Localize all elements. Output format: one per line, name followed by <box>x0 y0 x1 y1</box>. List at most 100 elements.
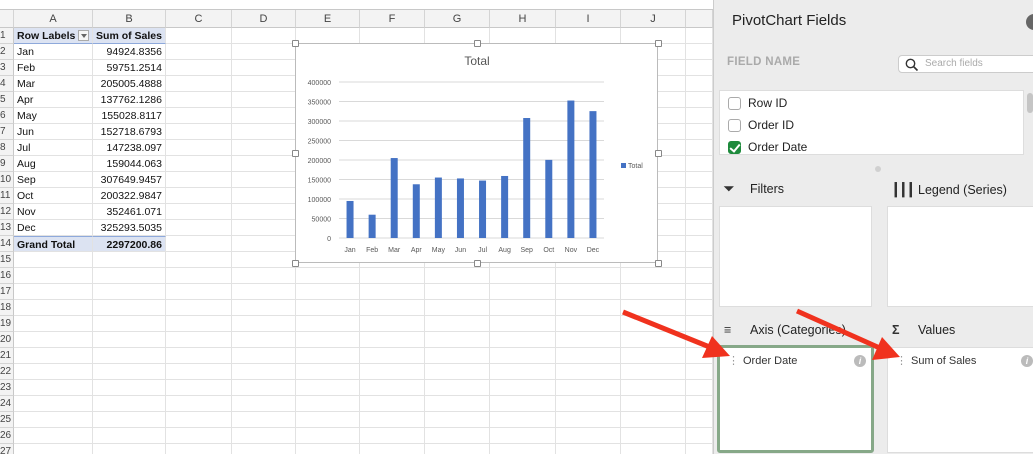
cell[interactable] <box>556 332 621 348</box>
cell[interactable] <box>14 364 93 380</box>
grand-total-label[interactable]: Grand Total <box>14 236 93 252</box>
cell[interactable] <box>686 60 713 76</box>
cell[interactable] <box>232 140 296 156</box>
row-header[interactable]: 23 <box>0 380 14 396</box>
cell[interactable] <box>166 268 232 284</box>
cell[interactable] <box>232 108 296 124</box>
row-header[interactable]: 14 <box>0 236 14 252</box>
cell[interactable] <box>166 188 232 204</box>
cell[interactable] <box>232 172 296 188</box>
cell[interactable] <box>232 316 296 332</box>
cell[interactable] <box>14 300 93 316</box>
cell[interactable] <box>232 188 296 204</box>
cell[interactable] <box>296 444 360 454</box>
cell[interactable] <box>621 28 686 44</box>
cell[interactable] <box>490 396 556 412</box>
cell[interactable] <box>686 380 713 396</box>
cell[interactable] <box>556 444 621 454</box>
cell[interactable] <box>686 252 713 268</box>
field-order-date[interactable]: Order Date <box>728 138 807 156</box>
row-header[interactable]: 26 <box>0 428 14 444</box>
cell[interactable] <box>232 380 296 396</box>
cell[interactable] <box>166 156 232 172</box>
cell[interactable] <box>14 268 93 284</box>
cell[interactable] <box>556 28 621 44</box>
row-header[interactable]: 16 <box>0 268 14 284</box>
pivot-row-label[interactable]: Dec <box>14 220 93 236</box>
cell[interactable] <box>360 444 425 454</box>
cell[interactable] <box>166 236 232 252</box>
cell[interactable] <box>14 332 93 348</box>
column-header[interactable]: G <box>425 10 490 28</box>
pivot-row-value[interactable]: 307649.9457 <box>93 172 166 188</box>
cell[interactable] <box>686 300 713 316</box>
cell[interactable] <box>232 60 296 76</box>
checkbox-checked[interactable] <box>728 141 741 154</box>
row-header[interactable]: 13 <box>0 220 14 236</box>
row-header[interactable]: 20 <box>0 332 14 348</box>
cell[interactable] <box>425 348 490 364</box>
cell[interactable] <box>425 428 490 444</box>
cell[interactable] <box>232 364 296 380</box>
cell[interactable] <box>93 316 166 332</box>
cell[interactable] <box>490 412 556 428</box>
axis-field-order-date[interactable]: ⋮ Order Date <box>728 354 797 367</box>
splitter-handle[interactable] <box>875 166 881 172</box>
row-header[interactable]: 19 <box>0 316 14 332</box>
pivot-row-value[interactable]: 94924.8356 <box>93 44 166 60</box>
field-list-scrollbar[interactable] <box>1027 93 1033 113</box>
pivot-row-value[interactable]: 325293.5035 <box>93 220 166 236</box>
cell[interactable] <box>14 316 93 332</box>
resize-handle[interactable] <box>292 150 299 157</box>
cell[interactable] <box>686 332 713 348</box>
pivot-row-label[interactable]: May <box>14 108 93 124</box>
cell[interactable] <box>621 396 686 412</box>
cell[interactable] <box>686 204 713 220</box>
pivot-row-value[interactable]: 147238.097 <box>93 140 166 156</box>
cell[interactable] <box>232 44 296 60</box>
cell[interactable] <box>166 220 232 236</box>
row-header[interactable]: 10 <box>0 172 14 188</box>
cell[interactable] <box>490 444 556 454</box>
cell[interactable] <box>93 268 166 284</box>
cell[interactable] <box>14 428 93 444</box>
cell[interactable] <box>93 348 166 364</box>
column-header[interactable]: E <box>296 10 360 28</box>
row-header[interactable]: 4 <box>0 76 14 92</box>
grand-total-value[interactable]: 2297200.86 <box>93 236 166 252</box>
cell[interactable] <box>93 412 166 428</box>
cell[interactable] <box>360 412 425 428</box>
pivot-sum-header[interactable]: Sum of Sales <box>93 28 166 44</box>
row-header[interactable]: 22 <box>0 364 14 380</box>
cell[interactable] <box>93 332 166 348</box>
cell[interactable] <box>686 364 713 380</box>
cell[interactable] <box>686 444 713 454</box>
field-row-id[interactable]: Row ID <box>728 94 787 112</box>
cell[interactable] <box>490 316 556 332</box>
cell[interactable] <box>556 284 621 300</box>
cell[interactable] <box>296 268 360 284</box>
field-order-id[interactable]: Order ID <box>728 116 794 134</box>
cell[interactable] <box>296 396 360 412</box>
cell[interactable] <box>93 300 166 316</box>
cell[interactable] <box>425 380 490 396</box>
cell[interactable] <box>360 380 425 396</box>
info-icon[interactable]: i <box>854 355 866 367</box>
cell[interactable] <box>425 412 490 428</box>
cell[interactable] <box>621 332 686 348</box>
cell[interactable] <box>232 124 296 140</box>
cell[interactable] <box>166 364 232 380</box>
cell[interactable] <box>686 92 713 108</box>
cell[interactable] <box>621 412 686 428</box>
row-header[interactable]: 11 <box>0 188 14 204</box>
pivot-row-label[interactable]: Jan <box>14 44 93 60</box>
cell[interactable] <box>360 300 425 316</box>
cell[interactable] <box>686 316 713 332</box>
row-header[interactable]: 21 <box>0 348 14 364</box>
cell[interactable] <box>686 284 713 300</box>
cell[interactable] <box>14 284 93 300</box>
row-header[interactable]: 1 <box>0 28 14 44</box>
pivot-row-value[interactable]: 159044.063 <box>93 156 166 172</box>
cell[interactable] <box>621 268 686 284</box>
cell[interactable] <box>232 252 296 268</box>
